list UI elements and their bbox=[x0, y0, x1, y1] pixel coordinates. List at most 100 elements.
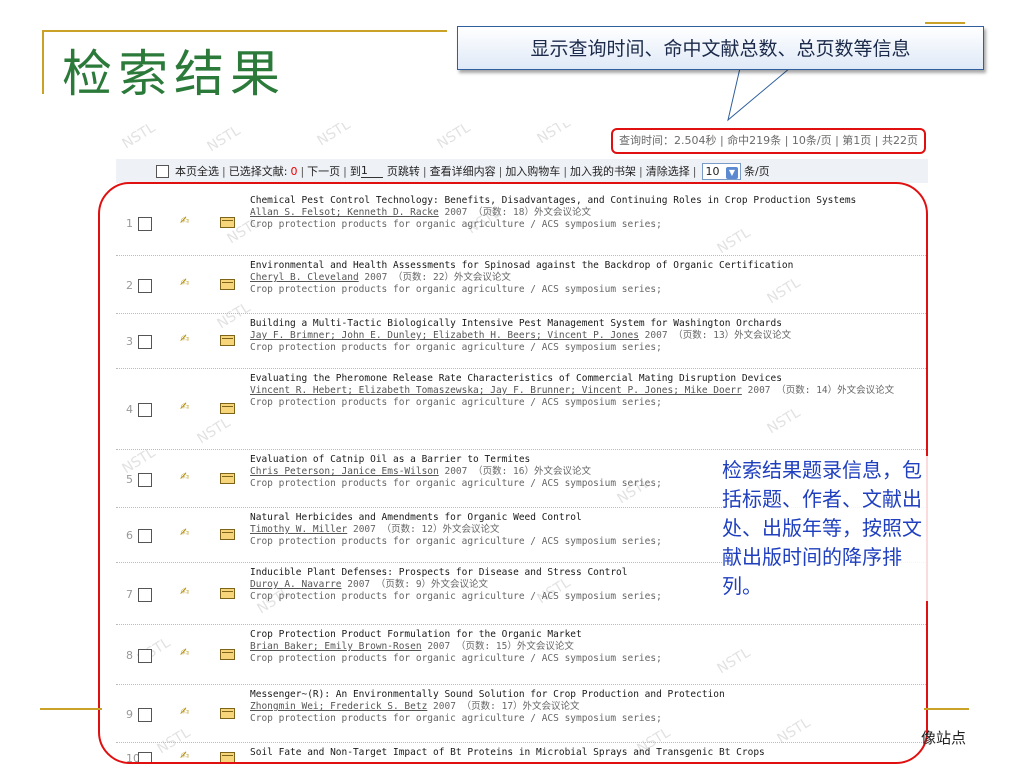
result-year: 2007 bbox=[444, 207, 468, 218]
result-checkbox[interactable] bbox=[138, 529, 152, 543]
folder-icon[interactable] bbox=[220, 335, 235, 346]
next-page-link[interactable]: 下一页 bbox=[307, 163, 340, 179]
result-authors[interactable]: Duroy A. Navarre bbox=[250, 579, 342, 590]
result-meta: （页数: 9）外文会议论文 bbox=[375, 579, 489, 590]
result-checkbox[interactable] bbox=[138, 217, 152, 231]
folder-icon[interactable] bbox=[220, 708, 235, 719]
total-pages: 共22页 bbox=[882, 134, 918, 147]
pencil-note-icon[interactable]: ✍ bbox=[180, 471, 192, 483]
goto-page-button[interactable]: 页跳转 bbox=[387, 163, 420, 179]
result-text: Evaluating the Pheromone Release Rate Ch… bbox=[250, 373, 920, 409]
result-authors[interactable]: Cheryl B. Cleveland bbox=[250, 272, 359, 283]
result-year: 2007 bbox=[433, 701, 456, 712]
status-bar: 查询时间：2.504秒 | 命中219条 | 10条/页 | 第1页 | 共22… bbox=[116, 123, 928, 157]
result-checkbox[interactable] bbox=[138, 752, 152, 763]
result-number: 7 bbox=[126, 588, 133, 601]
select-all-label[interactable]: 本页全选 bbox=[175, 163, 219, 179]
pencil-note-icon[interactable]: ✍ bbox=[180, 750, 192, 762]
result-title[interactable]: Environmental and Health Assessments for… bbox=[250, 260, 920, 272]
result-year: 2007 bbox=[644, 330, 668, 341]
add-shelf-link[interactable]: 加入我的书架 bbox=[570, 163, 636, 179]
result-checkbox[interactable] bbox=[138, 588, 152, 602]
result-text: Soil Fate and Non-Target Impact of Bt Pr… bbox=[250, 747, 920, 759]
result-byline: Zhongmin Wei; Frederick S. Betz 2007 （页数… bbox=[250, 701, 920, 713]
result-row: 1 ✍ Chemical Pest Control Technology: Bene… bbox=[116, 191, 928, 256]
result-checkbox[interactable] bbox=[138, 403, 152, 417]
folder-icon[interactable] bbox=[220, 217, 235, 228]
result-authors[interactable]: Timothy W. Miller bbox=[250, 524, 347, 535]
result-authors[interactable]: Chris Peterson; Janice Ems-Wilson bbox=[250, 466, 439, 477]
selected-count: 0 bbox=[290, 164, 298, 178]
pencil-note-icon[interactable]: ✍ bbox=[180, 215, 192, 227]
result-title[interactable]: Crop Protection Product Formulation for … bbox=[250, 629, 920, 641]
result-title[interactable]: Messenger~(R): An Environmentally Sound … bbox=[250, 689, 920, 701]
folder-icon[interactable] bbox=[220, 752, 235, 763]
result-meta: （页数: 16）外文会议论文 bbox=[473, 466, 591, 477]
page-size-select[interactable]: 10 ▼ bbox=[702, 162, 741, 180]
result-source: Crop protection products for organic agr… bbox=[250, 342, 662, 353]
result-row: 2 ✍ Environmental and Health Assessments f… bbox=[116, 256, 928, 314]
result-number: 4 bbox=[126, 403, 133, 416]
folder-icon[interactable] bbox=[220, 588, 235, 599]
folder-icon[interactable] bbox=[220, 403, 235, 414]
result-authors[interactable]: Allan S. Felsot; Kenneth D. Racke bbox=[250, 207, 439, 218]
result-checkbox[interactable] bbox=[138, 649, 152, 663]
pencil-note-icon[interactable]: ✍ bbox=[180, 586, 192, 598]
result-row: 8 ✍ Crop Protection Product Formulation fo… bbox=[116, 625, 928, 685]
goto-page-input[interactable]: 1 bbox=[360, 164, 383, 178]
result-authors[interactable]: Brian Baker; Emily Brown-Rosen bbox=[250, 641, 422, 652]
pencil-note-icon[interactable]: ✍ bbox=[180, 401, 192, 413]
search-results-screenshot: NSTL NSTL NSTL NSTL NSTL NSTL NSTL NSTL NSTL NSTL… bbox=[116, 123, 928, 763]
result-checkbox[interactable] bbox=[138, 279, 152, 293]
result-checkbox[interactable] bbox=[138, 335, 152, 349]
hit-count: 命中219条 bbox=[727, 134, 782, 147]
result-byline: Brian Baker; Emily Brown-Rosen 2007 （页数:… bbox=[250, 641, 920, 653]
result-year: 2007 bbox=[364, 272, 388, 283]
clear-selection-link[interactable]: 清除选择 bbox=[646, 163, 690, 179]
result-authors[interactable]: Jay F. Brimner; John E. Dunley; Elizabet… bbox=[250, 330, 639, 341]
add-cart-link[interactable]: 加入购物车 bbox=[505, 163, 560, 179]
result-source: Crop protection products for organic agr… bbox=[250, 219, 662, 230]
pencil-note-icon[interactable]: ✍ bbox=[180, 647, 192, 659]
result-checkbox[interactable] bbox=[138, 708, 152, 722]
bottom-rule-left bbox=[40, 708, 102, 710]
result-meta: （页数: 15）外文会议论文 bbox=[455, 641, 574, 652]
pencil-note-icon[interactable]: ✍ bbox=[180, 333, 192, 345]
result-title[interactable]: Building a Multi-Tactic Biologically Int… bbox=[250, 318, 920, 330]
pencil-note-icon[interactable]: ✍ bbox=[180, 277, 192, 289]
folder-icon[interactable] bbox=[220, 279, 235, 290]
result-text: Building a Multi-Tactic Biologically Int… bbox=[250, 318, 920, 354]
page-size-value: 10 bbox=[705, 164, 720, 178]
chevron-down-icon: ▼ bbox=[725, 166, 738, 179]
result-byline: Jay F. Brimner; John E. Dunley; Elizabet… bbox=[250, 330, 920, 342]
annotation-text: 检索结果题录信息，包括标题、作者、文献出处、出版年等，按照文献出版时间的降序排列… bbox=[722, 456, 932, 601]
result-checkbox[interactable] bbox=[138, 473, 152, 487]
result-row: 10 ✍ Soil Fate and Non-Target Impact of Bt… bbox=[116, 743, 928, 763]
bottom-rule-right bbox=[924, 708, 969, 710]
pencil-note-icon[interactable]: ✍ bbox=[180, 527, 192, 539]
callout-box: 显示查询时间、命中文献总数、总页数等信息 bbox=[457, 26, 984, 70]
result-byline: Vincent R. Hebert; Elizabeth Tomaszewska… bbox=[250, 385, 920, 397]
result-title[interactable]: Soil Fate and Non-Target Impact of Bt Pr… bbox=[250, 747, 920, 759]
folder-icon[interactable] bbox=[220, 473, 235, 484]
result-year: 2007 bbox=[427, 641, 451, 652]
folder-icon[interactable] bbox=[220, 529, 235, 540]
result-number: 2 bbox=[126, 279, 133, 292]
result-authors[interactable]: Zhongmin Wei; Frederick S. Betz bbox=[250, 701, 427, 712]
result-source: Crop protection products for organic agr… bbox=[250, 653, 662, 664]
result-source: Crop protection products for organic agr… bbox=[250, 397, 662, 408]
result-number: 3 bbox=[126, 335, 133, 348]
result-title[interactable]: Evaluating the Pheromone Release Rate Ch… bbox=[250, 373, 920, 385]
result-meta: （页数: 22）外文会议论文 bbox=[393, 272, 511, 283]
folder-icon[interactable] bbox=[220, 649, 235, 660]
result-title[interactable]: Chemical Pest Control Technology: Benefi… bbox=[250, 195, 920, 207]
result-meta: （页数: 17）外文会议论文 bbox=[461, 701, 580, 712]
query-time: 查询时间：2.504秒 bbox=[618, 134, 717, 147]
result-meta: （页数: 13）外文会议论文 bbox=[673, 330, 792, 341]
select-all-checkbox[interactable] bbox=[156, 164, 169, 178]
view-details-link[interactable]: 查看详细内容 bbox=[430, 163, 496, 179]
pencil-note-icon[interactable]: ✍ bbox=[180, 706, 192, 718]
result-authors[interactable]: Vincent R. Hebert; Elizabeth Tomaszewska… bbox=[250, 385, 742, 396]
result-number: 9 bbox=[126, 708, 133, 721]
page-size-unit: 条/页 bbox=[743, 165, 770, 178]
